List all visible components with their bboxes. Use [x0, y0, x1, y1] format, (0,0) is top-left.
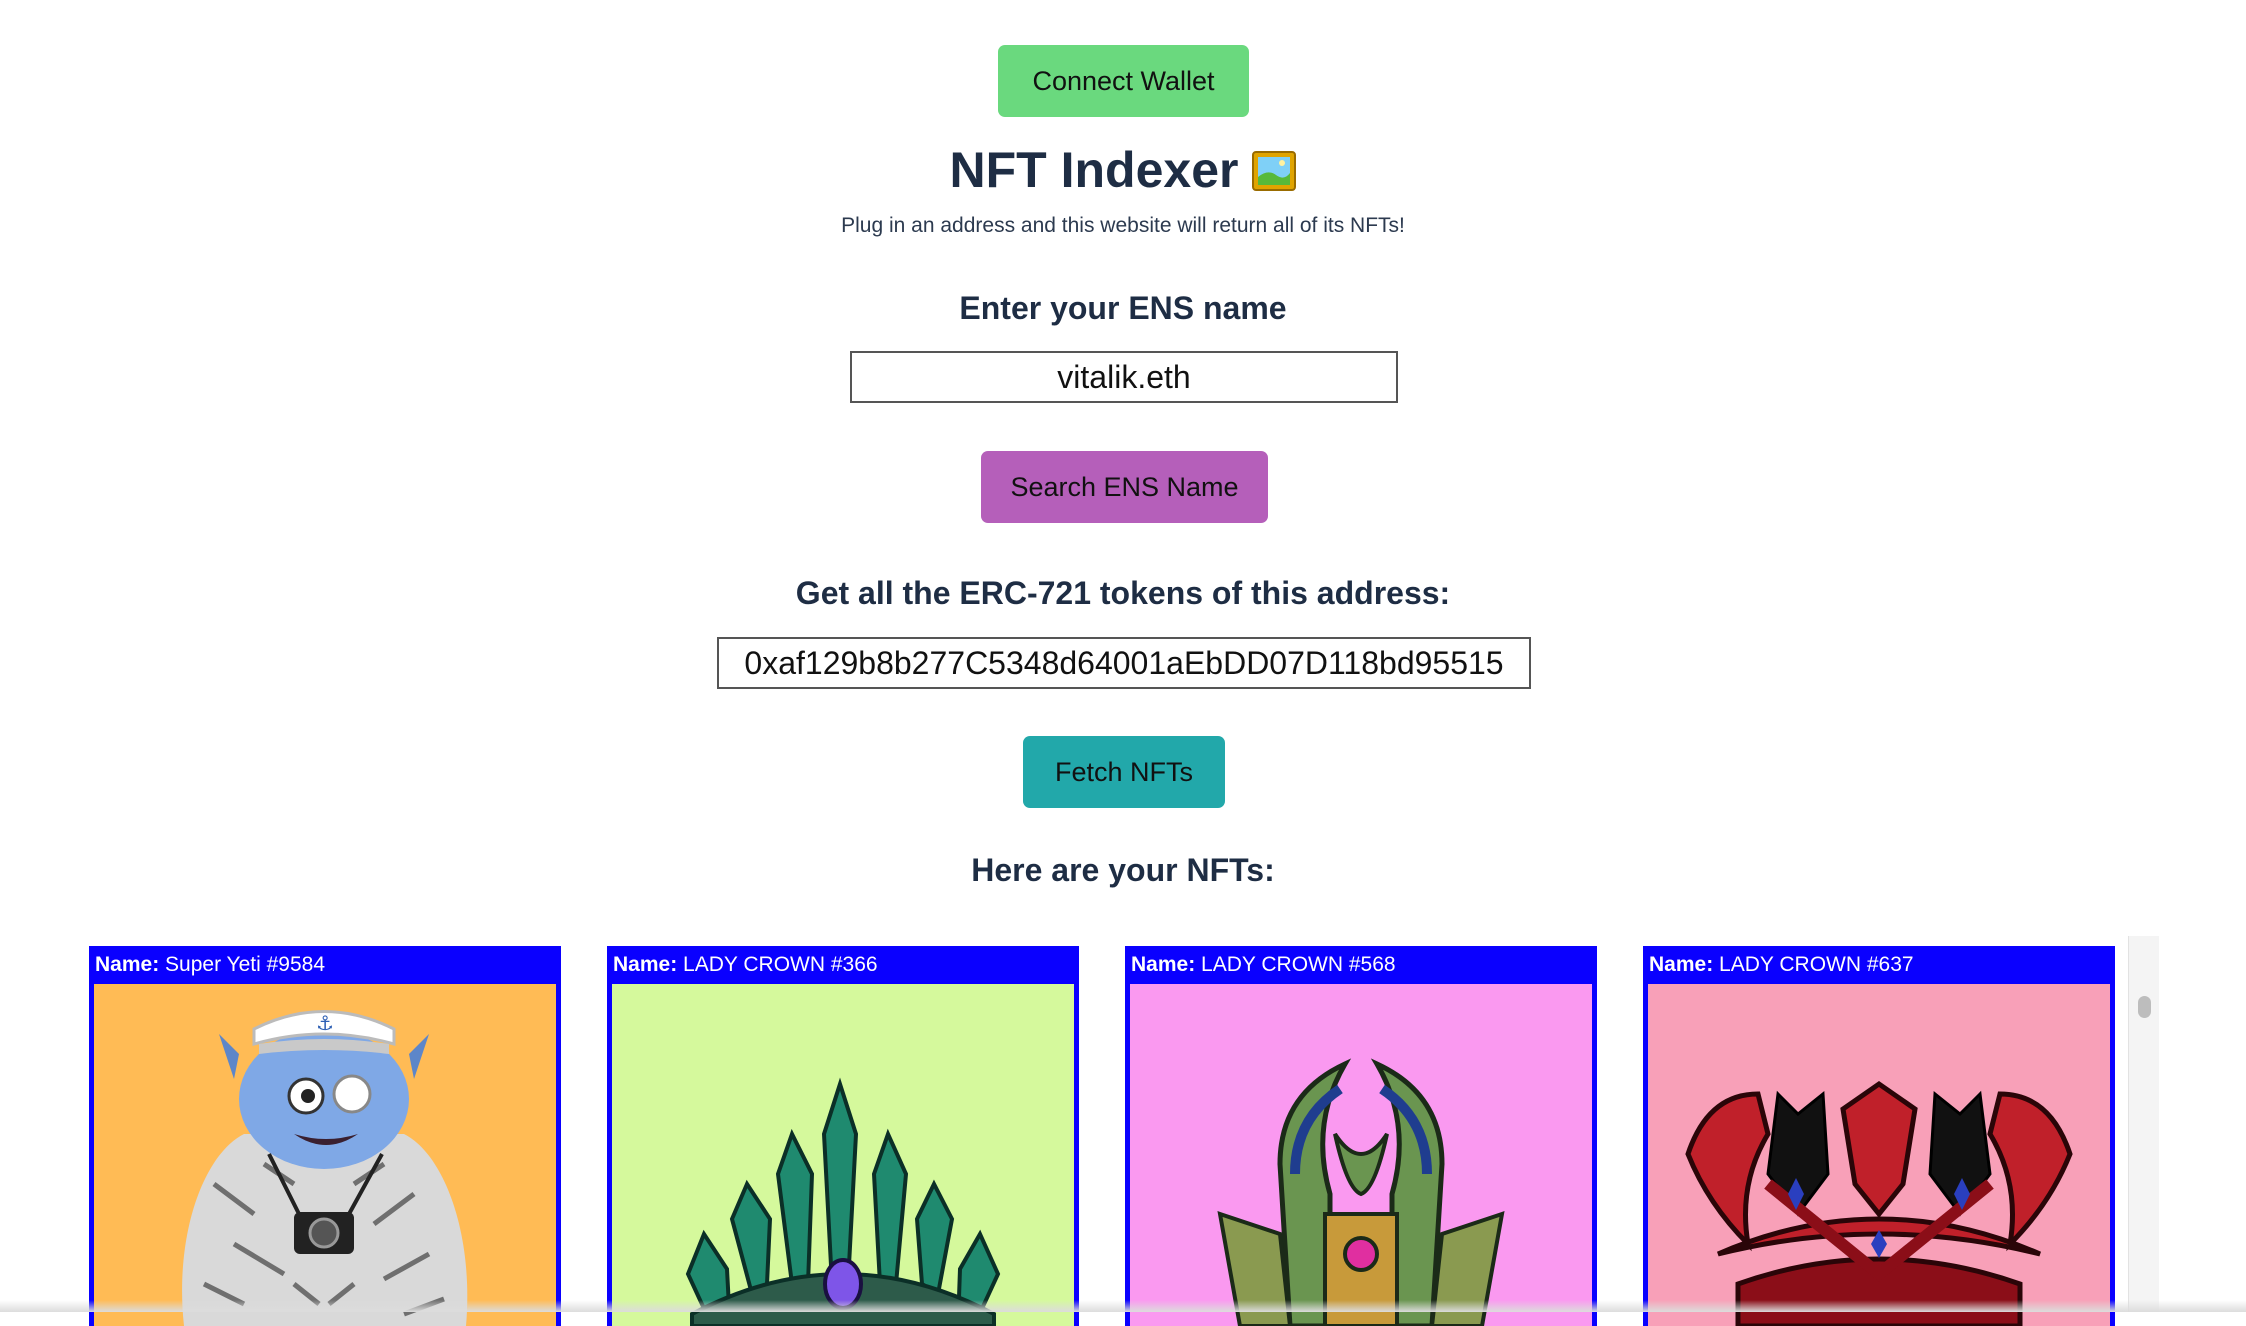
- nft-card[interactable]: Name: LADY CROWN #637: [1643, 946, 2115, 1326]
- connect-wallet-button[interactable]: Connect Wallet: [998, 45, 1249, 117]
- dragon-crown-illustration: [1685, 1080, 2073, 1326]
- nft-card-name: Name: LADY CROWN #366: [613, 953, 878, 976]
- window-bottom-edge: [0, 1300, 2246, 1312]
- nft-card[interactable]: Name: Super Yeti #9584 ⚓: [89, 946, 561, 1326]
- nft-image: [1648, 984, 2110, 1326]
- fetch-nfts-button[interactable]: Fetch NFTs: [1023, 736, 1225, 808]
- nft-card-name: Name: LADY CROWN #568: [1131, 953, 1396, 976]
- svg-text:⚓: ⚓: [316, 1011, 334, 1035]
- nft-image: ⚓: [94, 984, 556, 1326]
- ens-name-input[interactable]: [850, 351, 1398, 403]
- ens-label: Enter your ENS name: [959, 290, 1287, 326]
- nft-card-name: Name: Super Yeti #9584: [95, 953, 326, 976]
- crown-illustration: [685, 1077, 1001, 1326]
- framed-picture-icon: [1252, 151, 1297, 191]
- crown-illustration: [1217, 1058, 1505, 1326]
- nft-card[interactable]: Name: LADY CROWN #366: [607, 946, 1079, 1326]
- page-subtitle: Plug in an address and this website will…: [841, 214, 1405, 237]
- nft-card-name: Name: LADY CROWN #637: [1649, 953, 1914, 976]
- nfts-heading: Here are your NFTs:: [971, 852, 1275, 888]
- scrollbar-thumb[interactable]: [2138, 996, 2151, 1018]
- results-scrollbar[interactable]: [2128, 936, 2159, 1312]
- yeti-illustration: ⚓: [182, 1010, 468, 1326]
- search-ens-button[interactable]: Search ENS Name: [981, 451, 1268, 523]
- nft-image: [1130, 984, 1592, 1326]
- address-input[interactable]: [717, 637, 1531, 689]
- address-label: Get all the ERC-721 tokens of this addre…: [795, 575, 1451, 611]
- page-title-text: NFT Indexer: [949, 142, 1239, 198]
- page-title: NFT Indexer: [0, 135, 2246, 205]
- nft-image: [612, 984, 1074, 1326]
- nft-card[interactable]: Name: LADY CROWN #568: [1125, 946, 1597, 1326]
